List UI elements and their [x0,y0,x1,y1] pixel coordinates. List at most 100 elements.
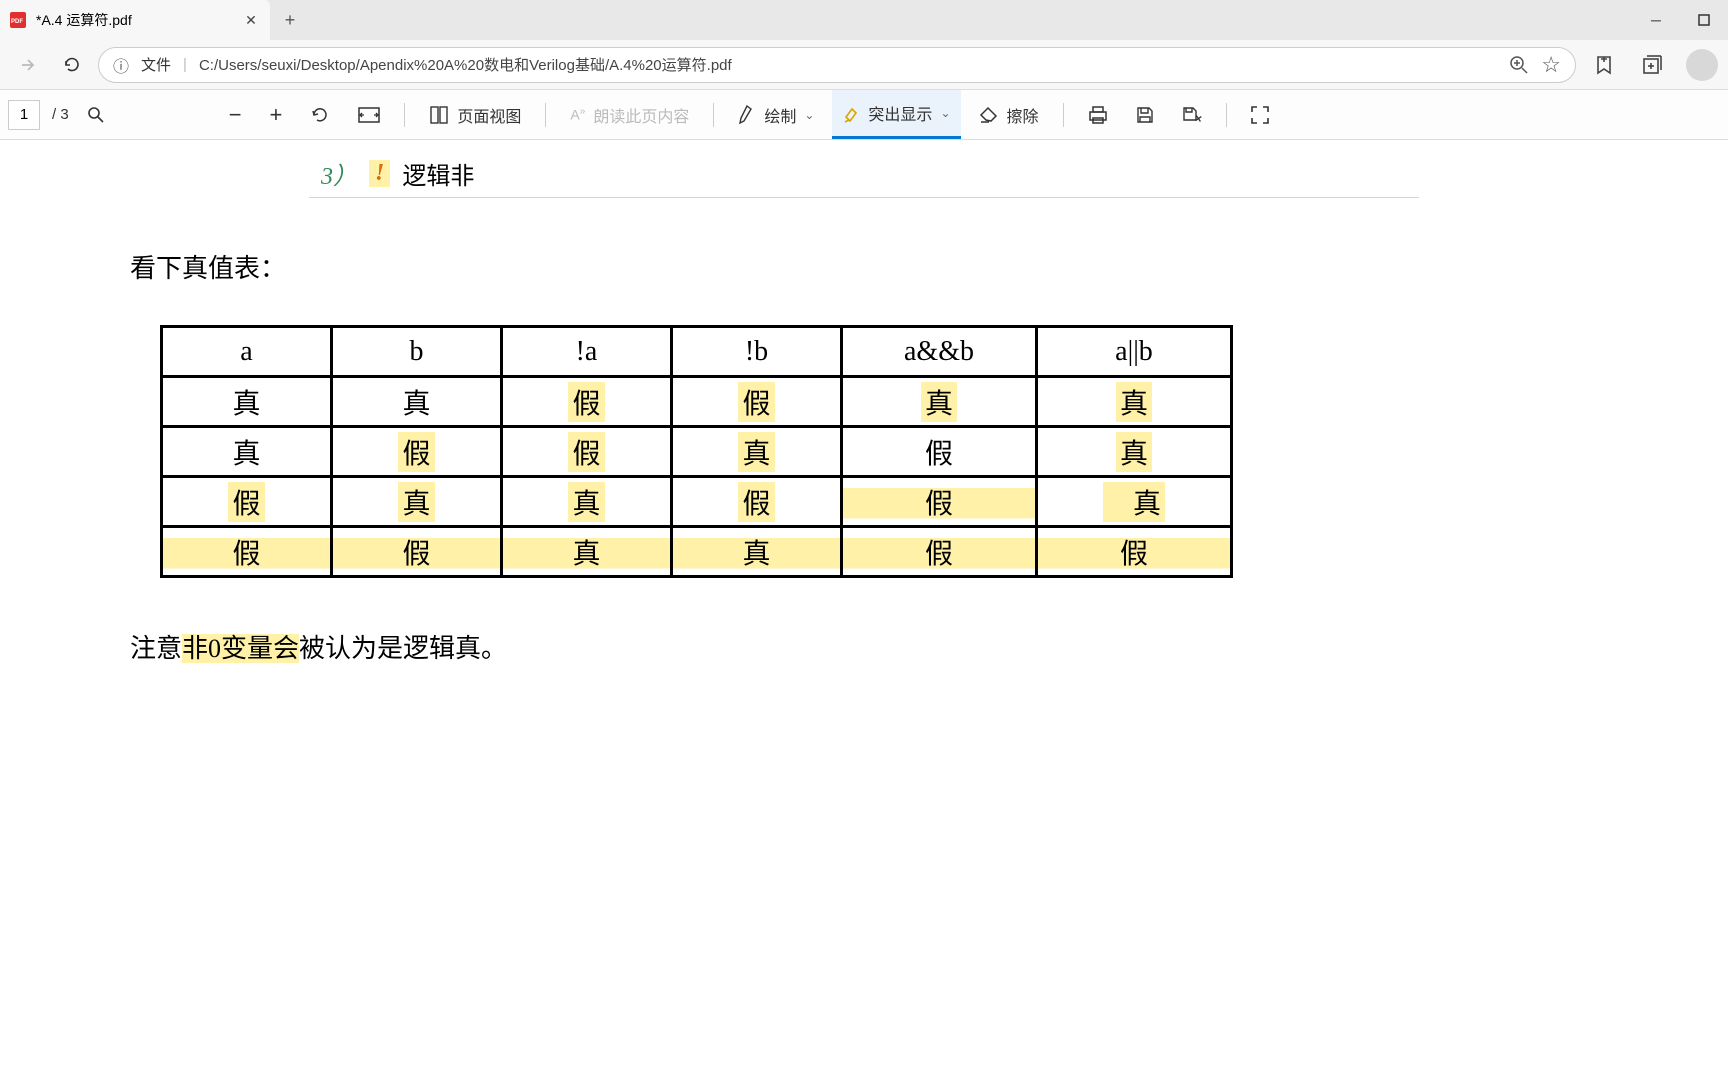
search-icon [87,106,105,124]
url-path: C:/Users/seuxi/Desktop/Apendix%20A%20数电和… [199,54,1497,75]
print-icon [1088,106,1108,124]
th: !b [672,327,842,377]
table-row: 假 假 真 真 假 假 [162,527,1232,577]
profile-avatar[interactable] [1686,49,1718,81]
save-icon [1136,106,1154,124]
table-row: 真 真 假 假 真 真 [162,377,1232,427]
pdf-toolbar: / 3 − + 页面视图 A» 朗读此页内容 绘制 ⌄ 突出显示 ⌄ 擦除 [0,90,1728,140]
td: 假 [1037,527,1232,577]
td: 真 [162,377,332,427]
note-prefix: 注意 [130,634,182,663]
refresh-icon [62,55,82,75]
td: 真 [672,527,842,577]
page-input[interactable] [8,100,40,130]
refresh-button[interactable] [54,47,90,83]
td: 真 [332,477,502,527]
page-total: / 3 [48,106,69,123]
td: 真 [1037,477,1232,527]
erase-label: 擦除 [1007,103,1039,127]
chevron-down-icon: ⌄ [804,108,814,122]
highlight-label: 突出显示 [868,101,932,125]
file-label: 文件 [141,54,171,75]
td: 假 [502,377,672,427]
titlebar: *A.4 运算符.pdf ✕ + ─ [0,0,1728,40]
td: 真 [672,427,842,477]
th: a [162,327,332,377]
truth-table: a b !a !b a&&b a||b 真 真 假 假 真 真 真 假 假 真 … [160,325,1233,578]
erase-icon [979,106,999,124]
address-bar[interactable]: ⓘ 文件 | C:/Users/seuxi/Desktop/Apendix%20… [98,47,1576,83]
th: !a [502,327,672,377]
td: 假 [502,427,672,477]
save-as-button[interactable] [1172,97,1212,133]
table-row: 假 真 真 假 假 真 [162,477,1232,527]
tab-title: *A.4 运算符.pdf [36,10,242,30]
draw-button[interactable]: 绘制 ⌄ [728,97,824,133]
zoom-icon[interactable] [1509,55,1529,75]
rotate-button[interactable] [300,97,340,133]
highlighter-icon [842,103,860,123]
maximize-button[interactable] [1680,0,1728,40]
arrow-right-icon [19,56,37,74]
th: b [332,327,502,377]
favorites-button[interactable] [1584,45,1624,85]
page-view-button[interactable]: 页面视图 [419,97,531,133]
draw-icon [738,105,756,125]
read-aloud-label: 朗读此页内容 [593,103,689,127]
search-button[interactable] [77,97,115,133]
td: 假 [672,377,842,427]
read-aloud-icon: A» [570,106,585,123]
table-row: 真 假 假 真 假 真 [162,427,1232,477]
url-divider: | [183,56,187,73]
close-tab-icon[interactable]: ✕ [242,11,260,29]
new-tab-button[interactable]: + [270,0,310,40]
fullscreen-button[interactable] [1241,97,1279,133]
td: 真 [502,527,672,577]
print-button[interactable] [1078,97,1118,133]
favorite-icon[interactable]: ☆ [1541,52,1561,78]
td: 真 [332,377,502,427]
td: 假 [332,427,502,477]
td: 真 [1037,377,1232,427]
save-button[interactable] [1126,97,1164,133]
zoom-in-button[interactable]: + [260,97,293,133]
page-view-label: 页面视图 [457,103,521,127]
highlight-button[interactable]: 突出显示 ⌄ [832,90,960,139]
minimize-button[interactable]: ─ [1632,0,1680,40]
browser-tab[interactable]: *A.4 运算符.pdf ✕ [0,0,270,40]
address-row: ⓘ 文件 | C:/Users/seuxi/Desktop/Apendix%20… [0,40,1728,90]
save-as-icon [1182,106,1202,124]
td: 真 [162,427,332,477]
info-icon[interactable]: ⓘ [113,53,129,77]
td: 假 [842,477,1037,527]
note-text: 注意非0变量会被认为是逻辑真。 [130,628,1598,665]
erase-button[interactable]: 擦除 [969,97,1049,133]
fit-button[interactable] [348,97,390,133]
forward-button[interactable] [10,47,46,83]
td: 真 [842,377,1037,427]
collections-button[interactable] [1632,45,1672,85]
note-suffix: 被认为是逻辑真。 [299,634,507,663]
item-symbol: ! [369,160,390,187]
fit-icon [358,107,380,123]
zoom-out-button[interactable]: − [219,97,252,133]
window-controls: ─ [1632,0,1728,40]
td: 真 [1037,427,1232,477]
page-view-icon [429,106,449,124]
item-number: 3） [321,156,357,191]
draw-label: 绘制 [764,103,796,127]
item-label: 逻辑非 [402,156,474,191]
td: 假 [162,527,332,577]
section-heading: 看下真值表： [130,248,1598,285]
fullscreen-icon [1251,106,1269,124]
th: a||b [1037,327,1232,377]
chevron-down-icon: ⌄ [940,106,950,120]
th: a&&b [842,327,1037,377]
td: 真 [502,477,672,527]
td: 假 [672,477,842,527]
pdf-icon [10,12,26,28]
pdf-content: 3） ! 逻辑非 看下真值表： a b !a !b a&&b a||b 真 真 … [0,140,1728,675]
td: 假 [162,477,332,527]
read-aloud-button[interactable]: A» 朗读此页内容 [560,97,699,133]
list-item: 3） ! 逻辑非 [309,150,1419,198]
